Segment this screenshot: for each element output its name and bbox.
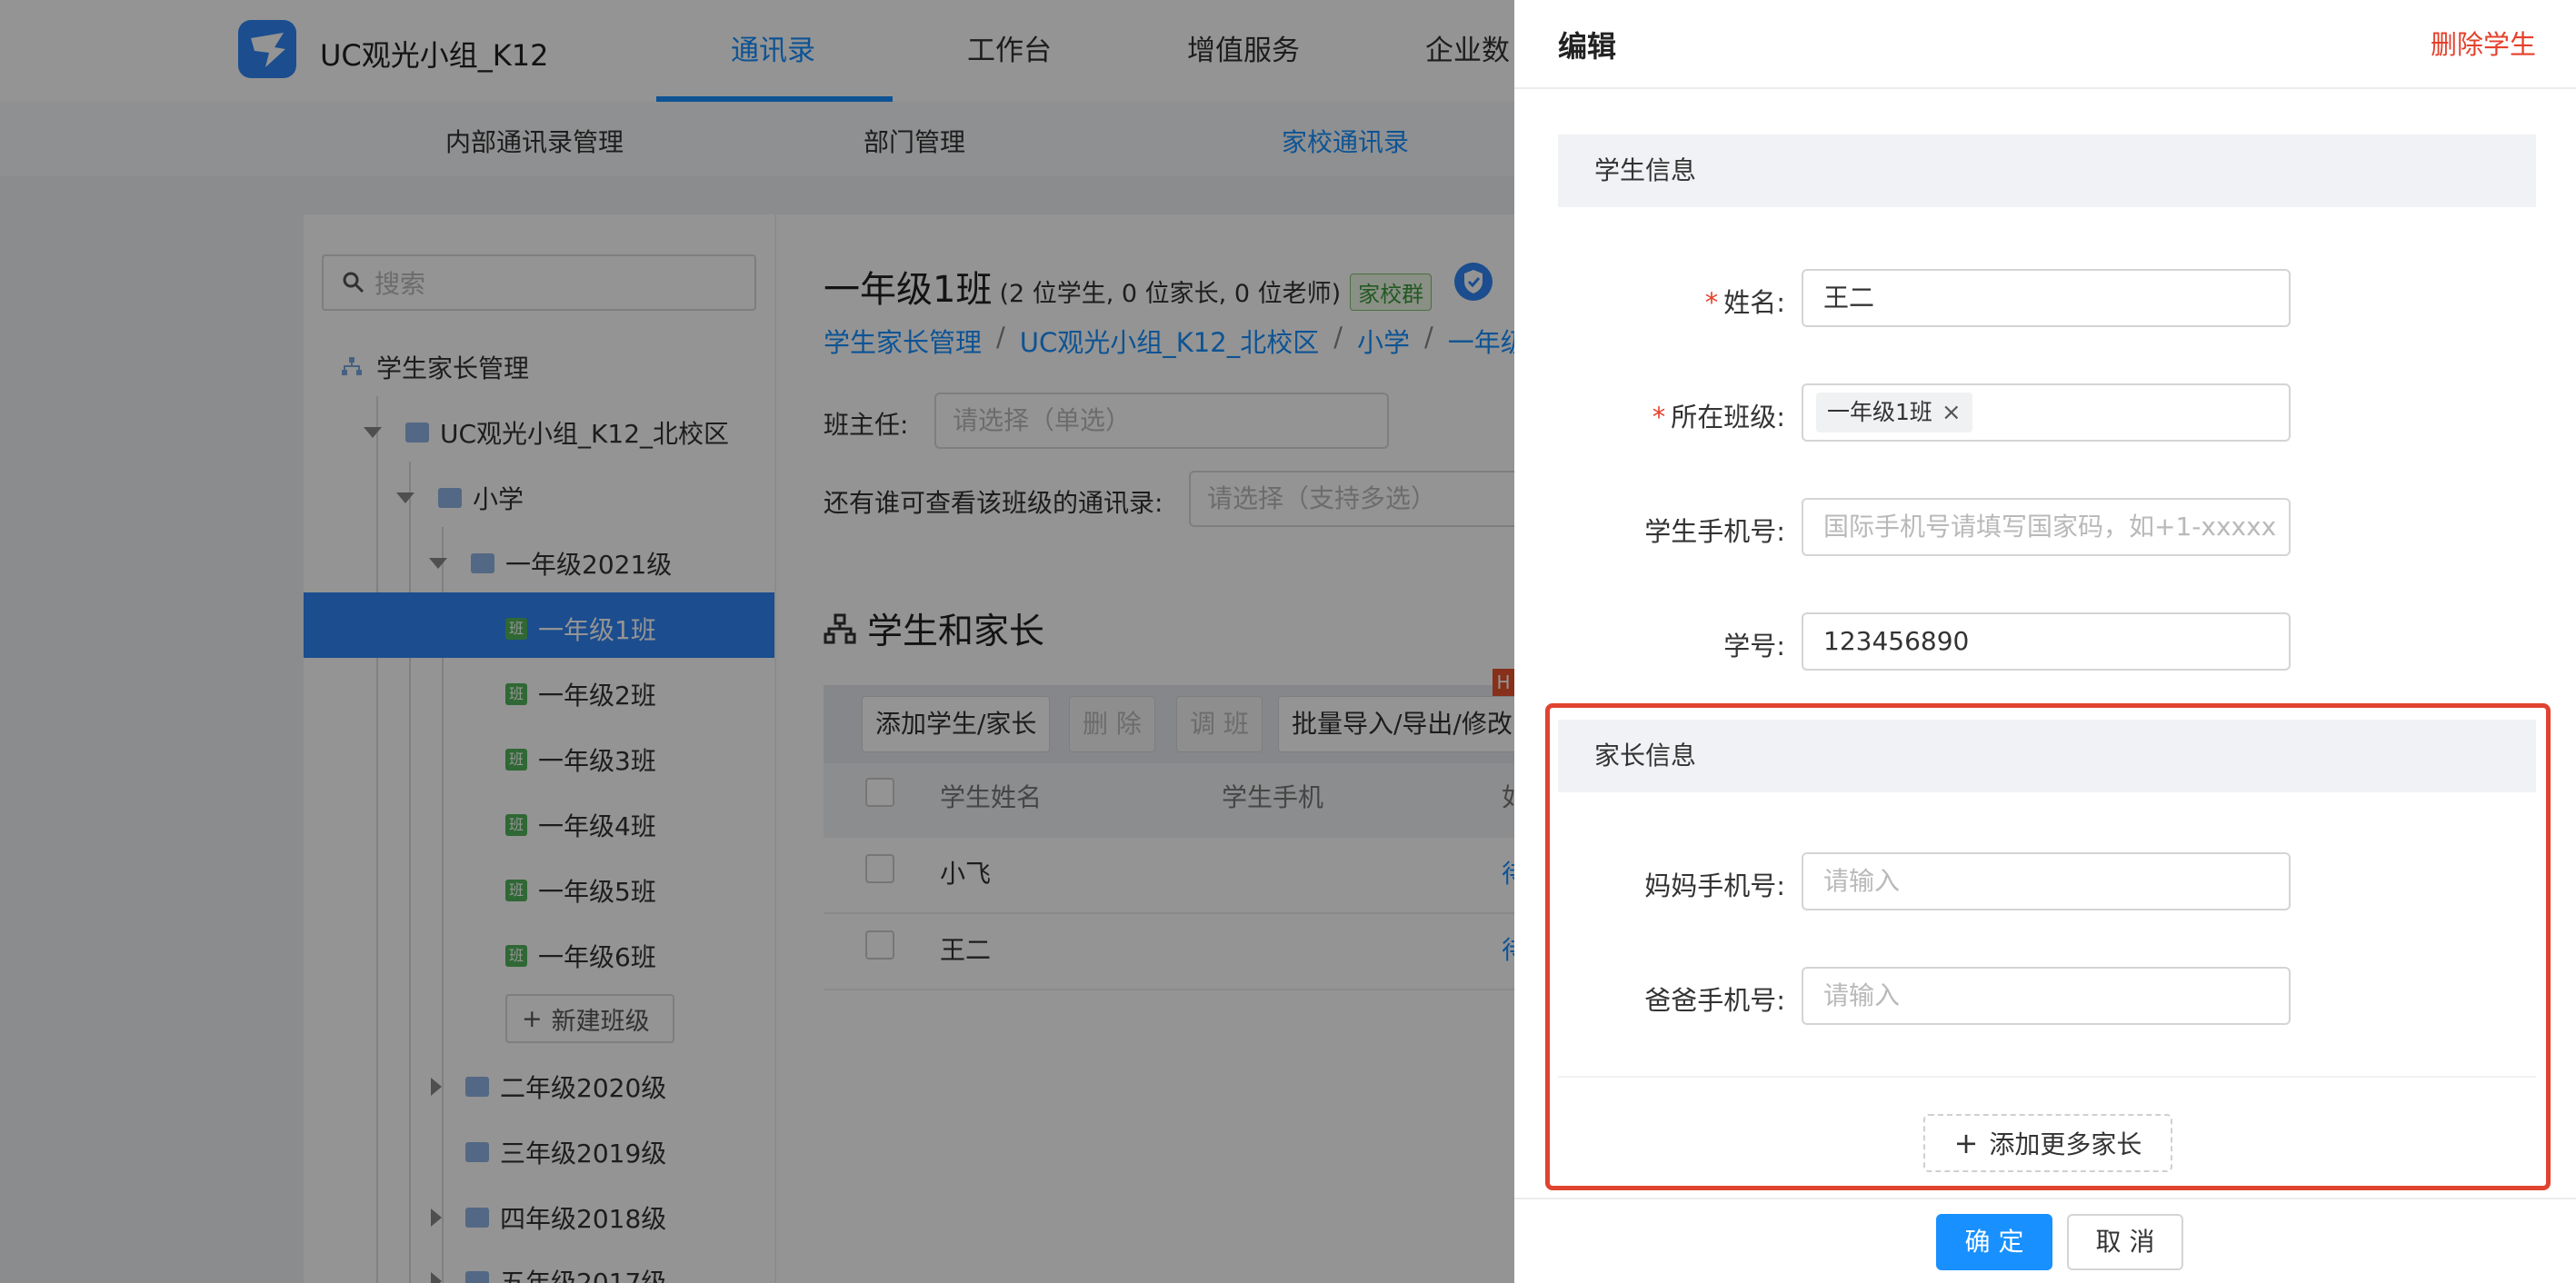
close-icon[interactable]: × bbox=[1942, 393, 1962, 433]
student-id-input[interactable]: 123456890 bbox=[1802, 612, 2291, 671]
student-phone-label: 学生手机号: bbox=[1644, 516, 1785, 547]
drawer-footer-divider bbox=[1514, 1198, 2576, 1199]
dad-phone-input[interactable]: 请输入 bbox=[1802, 967, 2291, 1025]
parent-section-divider bbox=[1558, 1076, 2536, 1078]
drawer-header-divider bbox=[1514, 87, 2576, 89]
class-tag-label: 一年级1班 bbox=[1827, 399, 1932, 425]
name-label: * 姓名: bbox=[1705, 282, 1785, 320]
class-label-text: 所在班级: bbox=[1671, 402, 1785, 433]
mom-phone-input[interactable]: 请输入 bbox=[1802, 852, 2291, 910]
delete-student-button[interactable]: 删除学生 bbox=[2431, 24, 2536, 62]
confirm-button[interactable]: 确 定 bbox=[1936, 1214, 2052, 1270]
student-phone-input[interactable]: 国际手机号请填写国家码，如+1-xxxxx bbox=[1802, 498, 2291, 556]
add-more-parents-button[interactable]: + 添加更多家长 bbox=[1923, 1114, 2172, 1172]
student-id-label: 学号: bbox=[1723, 631, 1785, 661]
class-select[interactable]: 一年级1班 × bbox=[1802, 383, 2291, 442]
name-label-text: 姓名: bbox=[1723, 287, 1785, 318]
cancel-button[interactable]: 取 消 bbox=[2067, 1214, 2183, 1270]
mom-phone-label: 妈妈手机号: bbox=[1644, 870, 1785, 901]
class-label: * 所在班级: bbox=[1652, 396, 1785, 434]
plus-icon: + bbox=[1953, 1126, 1979, 1160]
dad-phone-label: 爸爸手机号: bbox=[1644, 985, 1785, 1016]
required-mark: * bbox=[1704, 287, 1719, 318]
required-mark: * bbox=[1652, 402, 1666, 433]
background-app: UC观光小组_K12 通讯录 工作台 增值服务 企业数 内部通讯录管理 部门管理… bbox=[0, 0, 1514, 1283]
modal-overlay[interactable] bbox=[0, 0, 1514, 1283]
parent-info-section: 家长信息 bbox=[1558, 720, 2536, 792]
student-info-section: 学生信息 bbox=[1558, 134, 2536, 207]
name-input[interactable]: 王二 bbox=[1802, 269, 2291, 327]
edit-drawer: 编辑 删除学生 学生信息 * 姓名: 王二 * 所在班级: 一年级1班 × 学生手机… bbox=[1514, 0, 2576, 1283]
add-more-parents-label: 添加更多家长 bbox=[1989, 1129, 2142, 1159]
class-tag: 一年级1班 × bbox=[1816, 393, 1972, 433]
drawer-title: 编辑 bbox=[1558, 29, 1617, 64]
